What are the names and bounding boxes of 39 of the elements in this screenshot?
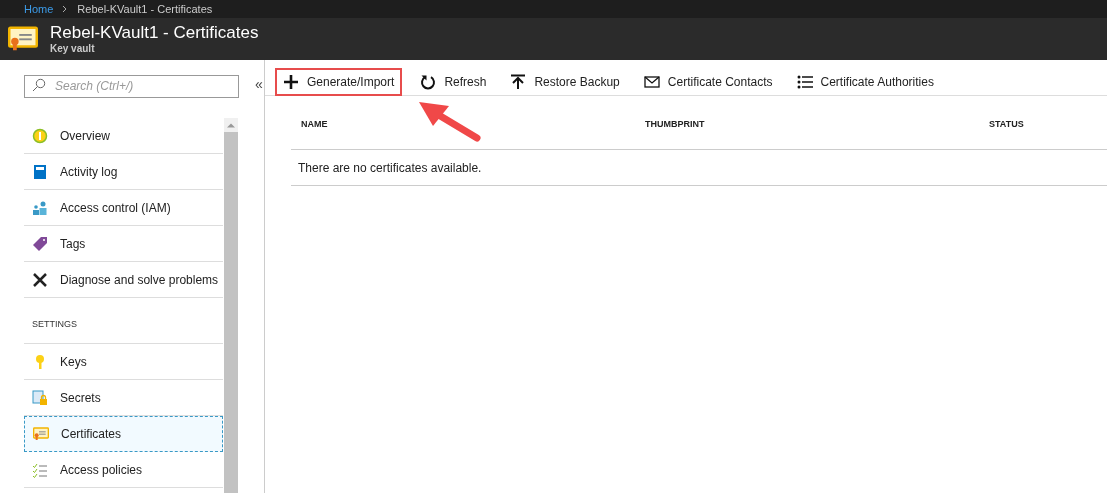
toolbar-button[interactable]: Generate/Import bbox=[275, 68, 403, 96]
book-icon bbox=[32, 163, 48, 180]
nav-item[interactable]: Diagnose and solve problems bbox=[24, 262, 223, 298]
envelope-icon bbox=[643, 74, 660, 90]
refresh-icon bbox=[420, 74, 437, 90]
toolbar-button[interactable]: Restore Backup bbox=[504, 68, 626, 96]
section-heading: SETTINGS bbox=[32, 317, 77, 331]
collapse-button[interactable]: « bbox=[255, 74, 263, 95]
search-icon bbox=[32, 78, 46, 92]
list-icon bbox=[796, 74, 813, 90]
tag-icon bbox=[32, 235, 48, 252]
plus-icon bbox=[283, 74, 299, 90]
breadcrumb-text: Rebel-KVault1 - Certificates bbox=[77, 1, 213, 17]
scroll-up-icon bbox=[227, 122, 235, 128]
column-header: STATUS bbox=[989, 118, 1024, 131]
nav-item[interactable]: Tags bbox=[24, 226, 223, 262]
people-icon bbox=[32, 199, 48, 216]
toolbar-button[interactable]: Refresh bbox=[414, 68, 493, 96]
page-title: Rebel-KVault1 - Certificates bbox=[50, 22, 259, 44]
upload-icon bbox=[510, 74, 527, 90]
checklist-icon bbox=[32, 461, 48, 478]
nav-item[interactable]: Overview bbox=[24, 118, 223, 154]
document-lock-icon bbox=[32, 389, 48, 406]
certificate-icon bbox=[8, 26, 38, 52]
breadcrumb-link[interactable]: Home bbox=[24, 0, 54, 18]
empty-message: There are no certificates available. bbox=[298, 159, 482, 177]
column-header: THUMBPRINT bbox=[645, 118, 706, 131]
nav-item[interactable]: Keys bbox=[24, 344, 223, 380]
toolbar-button[interactable]: Certificate Authorities bbox=[790, 68, 940, 96]
nav-item[interactable]: Activity log bbox=[24, 154, 223, 190]
page-subtitle: Key vault bbox=[50, 43, 96, 56]
nav-item[interactable]: Access control (IAM) bbox=[24, 190, 223, 226]
nav-item[interactable]: Access policies bbox=[24, 452, 223, 488]
search-field[interactable]: Search (Ctrl+/) bbox=[24, 74, 239, 98]
nav-item[interactable]: Certificates bbox=[24, 416, 223, 452]
column-header: NAME bbox=[301, 118, 329, 131]
toolbar-button[interactable]: Certificate Contacts bbox=[637, 68, 779, 96]
scrollbar[interactable] bbox=[224, 118, 238, 493]
certificate-icon bbox=[33, 426, 49, 442]
